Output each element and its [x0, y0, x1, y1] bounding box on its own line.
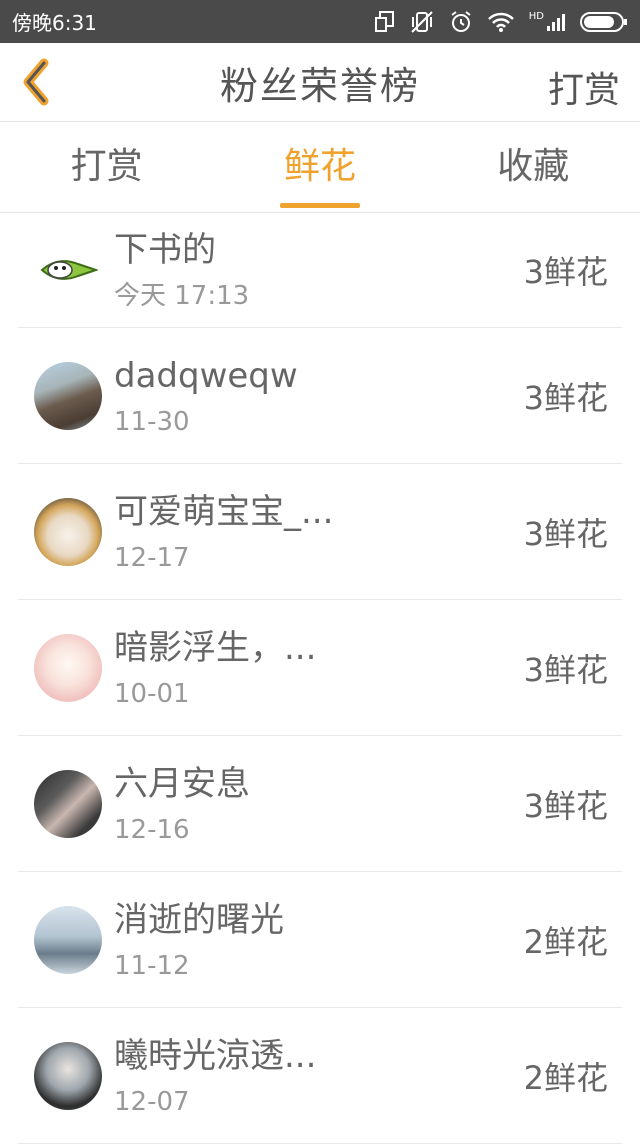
list-item[interactable]: 下书的 今天 17:13 3鲜花 [18, 213, 622, 328]
flower-count: 2鲜花 [523, 1058, 608, 1097]
avatar [34, 633, 102, 702]
list-item[interactable]: 暗影浮生，... 10-01 3鲜花 [18, 600, 622, 736]
fan-time: 今天 17:13 [114, 281, 250, 311]
flower-count: 3鲜花 [523, 650, 608, 689]
flower-count: 3鲜花 [523, 378, 608, 417]
fan-time: 12-16 [114, 814, 190, 845]
header: 粉丝荣誉榜 打赏 [0, 43, 640, 122]
fan-name: 下书的 [114, 230, 216, 270]
fan-time: 12-17 [114, 542, 190, 573]
tab-favorites[interactable]: 收藏 [438, 122, 628, 212]
fan-name: 六月安息 [114, 763, 250, 804]
avatar [34, 905, 102, 974]
list-item[interactable]: dadqweqw 11-30 3鲜花 [18, 328, 622, 464]
avatar [34, 236, 102, 304]
list-item[interactable]: 六月安息 12-16 3鲜花 [18, 736, 622, 872]
flower-count: 3鲜花 [523, 253, 608, 291]
tab-reward[interactable]: 打赏 [12, 122, 202, 212]
flower-count: 2鲜花 [523, 922, 608, 961]
wifi-icon [487, 12, 514, 32]
fan-time: 10-01 [114, 678, 190, 709]
list-item[interactable]: 消逝的曙光 11-12 2鲜花 [18, 872, 622, 1008]
status-icons: HD [374, 10, 628, 34]
fan-time: 12-07 [114, 1086, 190, 1117]
list-item[interactable]: 曦時光涼透... 12-07 2鲜花 [18, 1008, 622, 1144]
fan-name: 暗影浮生，... [114, 627, 317, 668]
status-bar: 傍晚6:31 HD [0, 0, 640, 43]
fan-time: 11-12 [114, 950, 190, 981]
avatar [34, 361, 102, 430]
fan-name: dadqweqw [114, 355, 298, 396]
reward-button[interactable]: 打赏 [548, 61, 620, 113]
fan-list: 下书的 今天 17:13 3鲜花 dadqweqw 11-30 3鲜花 可爱萌宝… [18, 213, 622, 1144]
status-time: 傍晚6:31 [12, 11, 97, 35]
vibrate-off-icon [411, 10, 433, 33]
fan-time: 11-30 [114, 406, 190, 437]
avatar [34, 1041, 102, 1110]
signal-icon: HD [528, 10, 566, 32]
list-item[interactable]: 可爱萌宝宝_... 12-17 3鲜花 [18, 464, 622, 600]
back-chevron-icon[interactable] [16, 57, 56, 107]
network-label: HD [528, 10, 544, 22]
fan-name: 曦時光涼透... [114, 1035, 317, 1076]
screen-mirror-icon [374, 10, 394, 32]
avatar [34, 769, 102, 838]
fan-name: 可爱萌宝宝_... [114, 491, 334, 532]
alarm-icon [451, 10, 471, 32]
flower-count: 3鲜花 [523, 514, 608, 553]
page-title: 粉丝荣誉榜 [219, 63, 420, 108]
tab-bar: 打赏 鲜花 收藏 [0, 122, 640, 213]
battery-icon [580, 11, 627, 32]
tab-flowers[interactable]: 鲜花 [225, 122, 415, 212]
fan-name: 消逝的曙光 [114, 899, 284, 940]
flower-count: 3鲜花 [523, 786, 608, 825]
bird-avatar-icon [40, 260, 98, 280]
avatar [34, 497, 102, 566]
